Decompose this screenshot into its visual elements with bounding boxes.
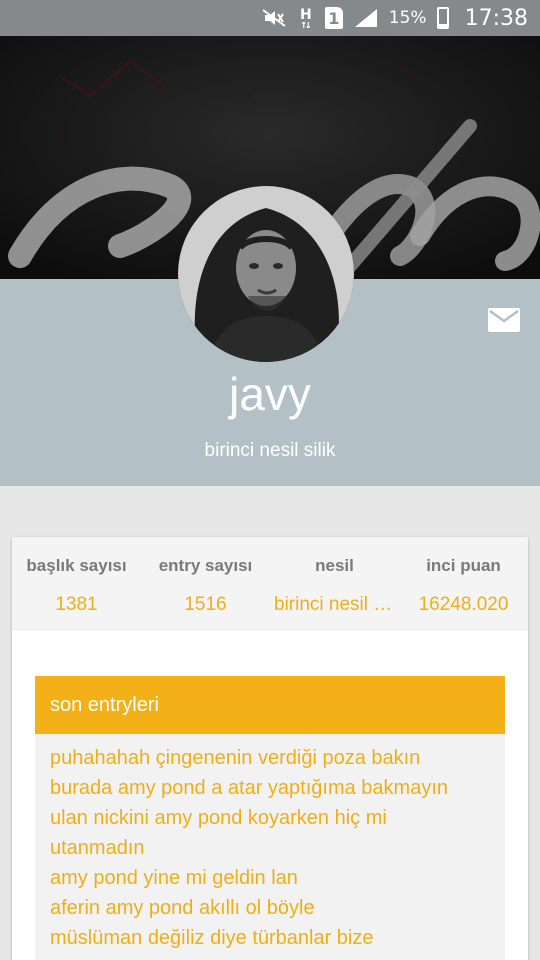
mail-icon[interactable] bbox=[488, 308, 520, 332]
entry-link[interactable]: aferin amy pond akıllı ol böyle bbox=[50, 893, 490, 923]
entry-link[interactable]: ulan nickini amy pond koyarken hiç mi bbox=[50, 803, 490, 833]
stat-generation[interactable]: nesil birinci nesil silik bbox=[270, 537, 399, 629]
recent-entries-title: son entryleri bbox=[35, 676, 505, 734]
stat-karma[interactable]: inci puan 16248.020 bbox=[399, 537, 528, 629]
entry-link[interactable]: amy pond yine mi geldin lan bbox=[50, 863, 490, 893]
entry-link[interactable]: utanmadın bbox=[50, 833, 490, 863]
stats-row: başlık sayısı 1381 entry sayısı 1516 nes… bbox=[12, 537, 528, 630]
entry-link[interactable]: müslüman değiliz diye türbanlar bize bbox=[50, 923, 490, 953]
signal-icon bbox=[353, 8, 379, 28]
stat-value: 1516 bbox=[184, 594, 227, 615]
mute-icon bbox=[261, 8, 287, 28]
battery-icon bbox=[436, 7, 449, 29]
stat-title-count[interactable]: başlık sayısı 1381 bbox=[12, 537, 141, 629]
battery-percent: 15% bbox=[388, 8, 427, 28]
clock: 17:38 bbox=[464, 5, 528, 31]
stat-value: 16248.020 bbox=[418, 594, 509, 615]
username: javy bbox=[229, 368, 311, 420]
stat-value: 1381 bbox=[55, 594, 98, 615]
sim-icon: 1 bbox=[324, 7, 343, 29]
status-bar: H 1 15% 17:38 bbox=[0, 0, 540, 36]
network-letter: H bbox=[299, 7, 312, 23]
stat-label: entry sayısı bbox=[158, 556, 253, 575]
entry-link[interactable]: burada amy pond a atar yaptığıma bakmayı… bbox=[50, 773, 490, 803]
stat-entry-count[interactable]: entry sayısı 1516 bbox=[141, 537, 270, 629]
stat-label: nesil bbox=[315, 556, 354, 575]
stat-label: başlık sayısı bbox=[26, 556, 127, 575]
stat-label: inci puan bbox=[426, 556, 501, 575]
recent-entries: son entryleri puhahahah çingenenin verdi… bbox=[35, 676, 505, 960]
entry-link[interactable]: puhahahah çingenenin verdiği poza bakın bbox=[50, 743, 490, 773]
stat-value: birinci nesil silik bbox=[274, 594, 399, 615]
entries-list: puhahahah çingenenin verdiği poza bakın … bbox=[35, 734, 505, 953]
network-h-icon: H bbox=[297, 8, 315, 28]
avatar[interactable] bbox=[178, 186, 354, 362]
user-generation: birinci nesil silik bbox=[204, 440, 336, 461]
